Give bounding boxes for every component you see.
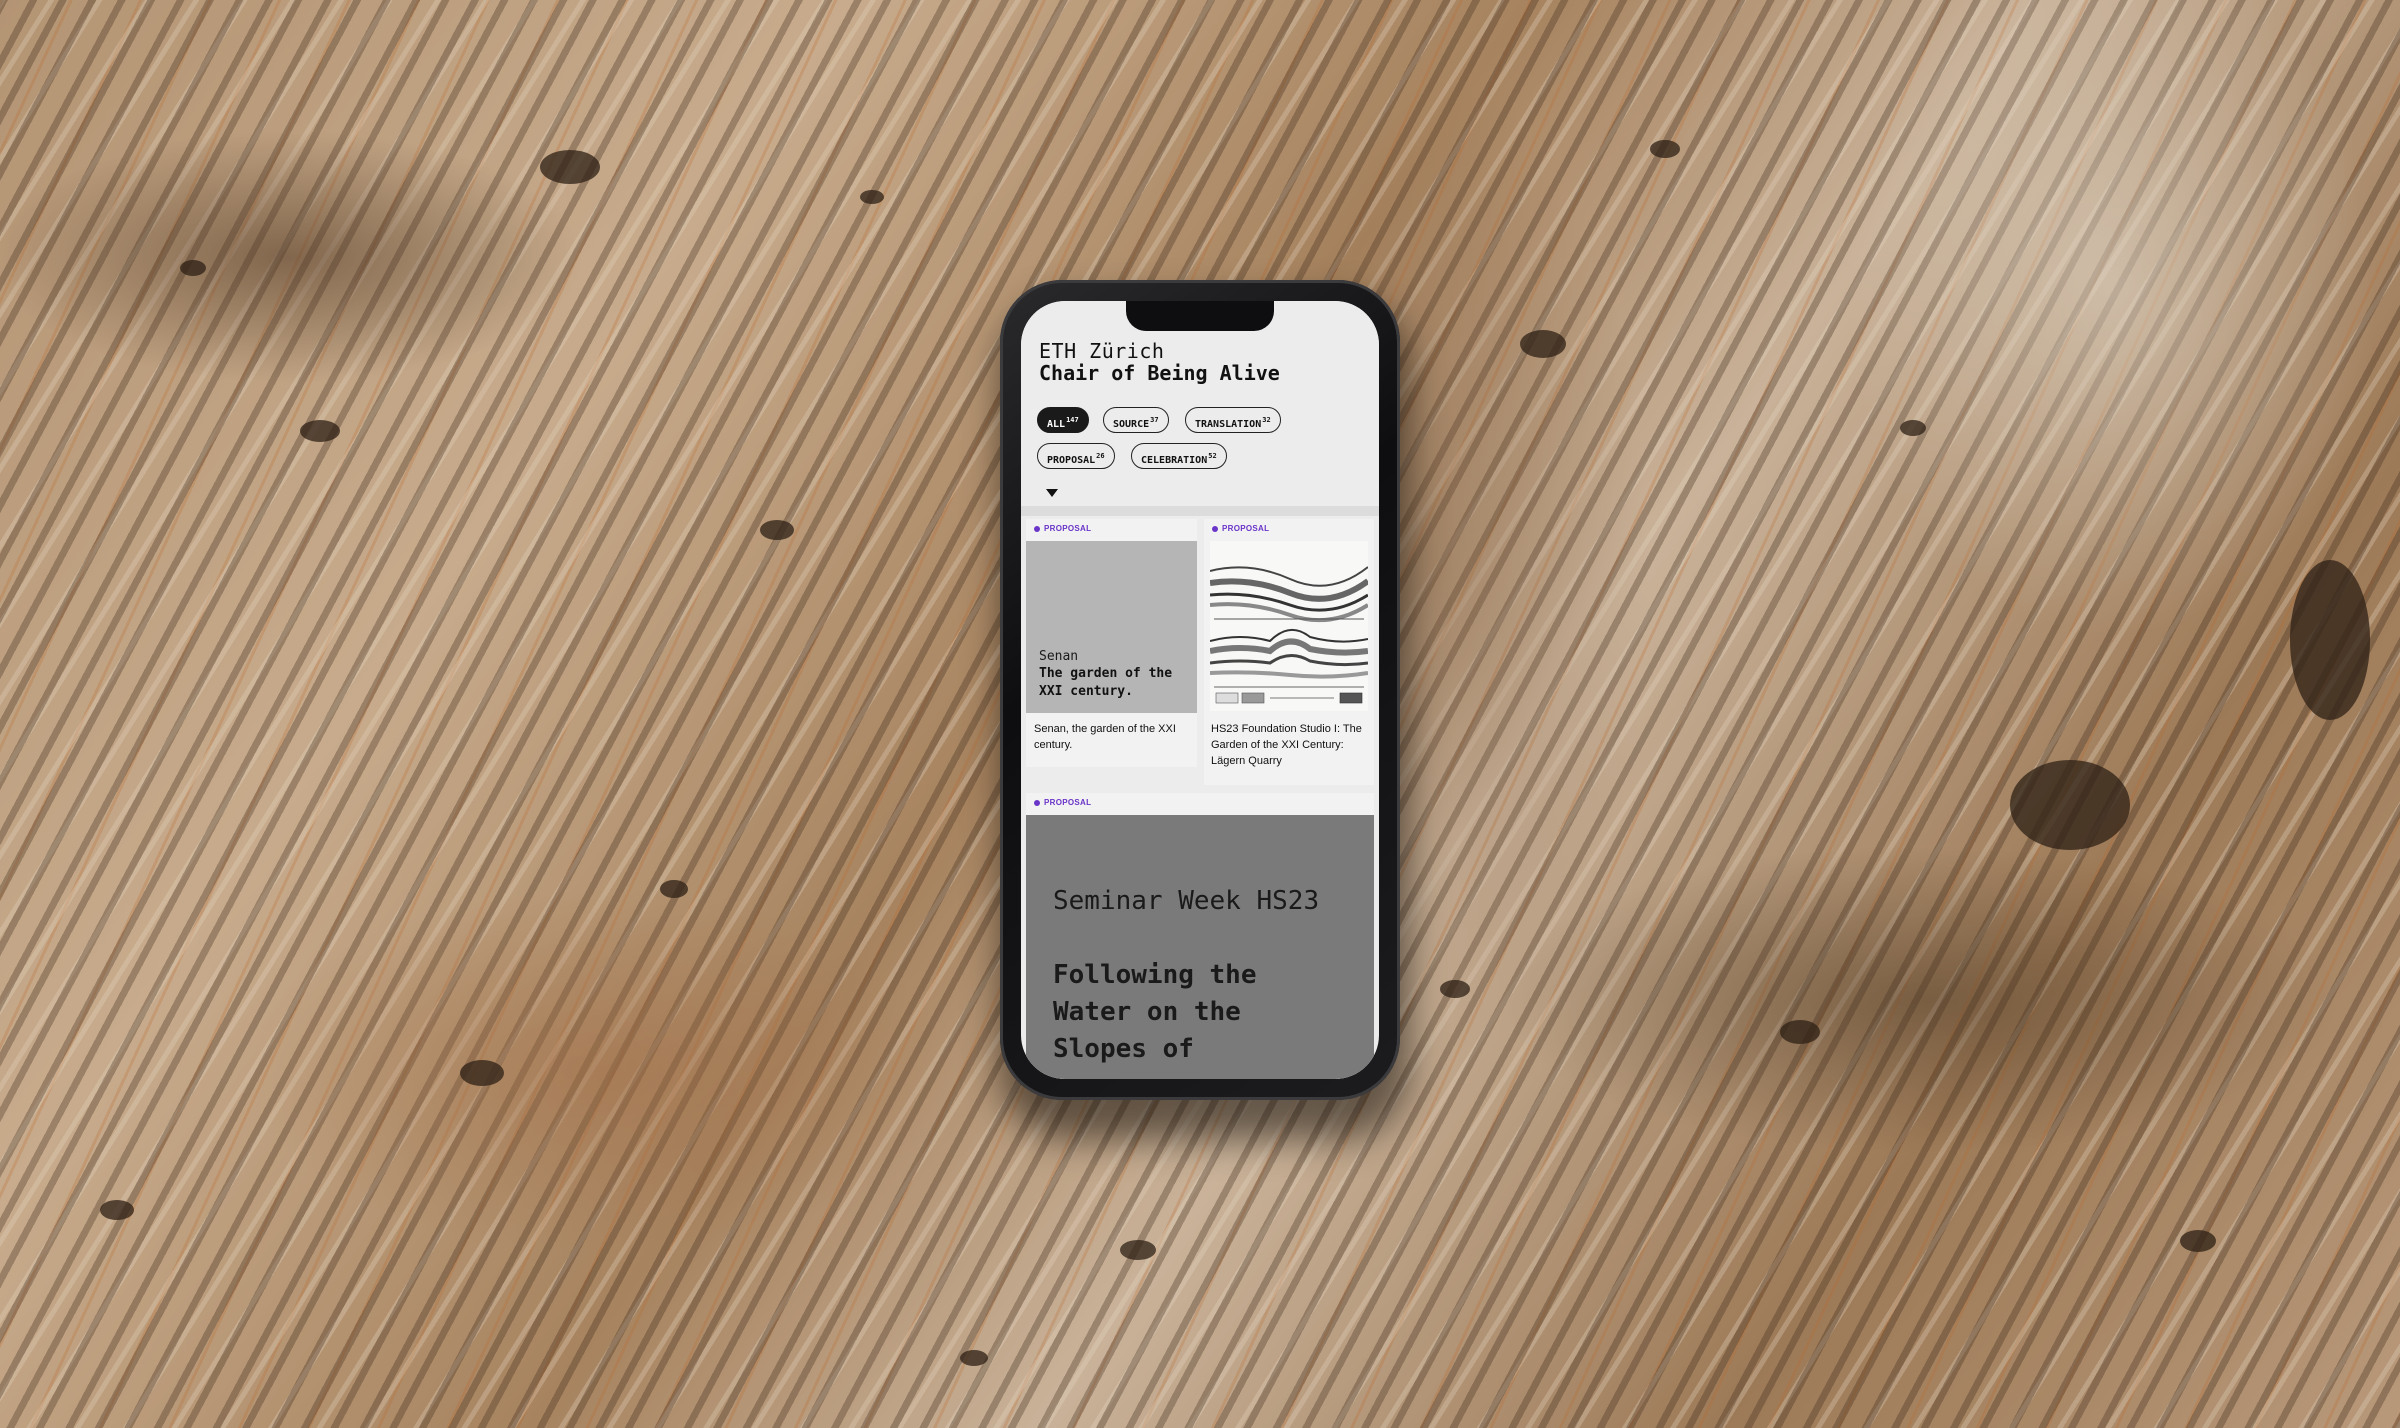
project-card-senan[interactable]: PROPOSAL Senan The garden of the XXI cen… bbox=[1026, 519, 1197, 767]
card-caption[interactable]: HS23 Foundation Studio I: The Garden of … bbox=[1211, 721, 1371, 769]
project-card-laegern-quarry[interactable]: PROPOSAL HS23 Foundation Studio I: The G… bbox=[1204, 519, 1374, 785]
filter-chip-all[interactable]: ALL147 bbox=[1037, 407, 1089, 433]
diagram-drawing bbox=[1210, 541, 1368, 711]
header-divider bbox=[1021, 506, 1379, 516]
thumbnail-title: The garden of the XXI century. bbox=[1039, 666, 1173, 699]
dot-icon bbox=[1034, 799, 1040, 806]
filter-chip-translation[interactable]: TRANSLATION32 bbox=[1185, 407, 1281, 433]
category-tag: PROPOSAL bbox=[1034, 798, 1091, 807]
filter-chip-proposal[interactable]: PROPOSAL26 bbox=[1037, 443, 1115, 469]
thumbnail-subtitle: Senan bbox=[1039, 649, 1079, 664]
filter-chip-source[interactable]: SOURCE37 bbox=[1103, 407, 1169, 433]
dot-icon bbox=[1212, 525, 1218, 532]
category-tag: PROPOSAL bbox=[1034, 524, 1091, 533]
card-thumbnail[interactable]: Seminar Week HS23 Following the Water on… bbox=[1026, 815, 1374, 1079]
institution-name[interactable]: ETH Zürich bbox=[1039, 339, 1164, 363]
card-caption[interactable]: Senan, the garden of the XXI century. bbox=[1034, 721, 1194, 753]
site-header: ETH Zürich Chair of Being Alive ALL147 S… bbox=[1021, 301, 1379, 506]
phone-notch bbox=[1126, 301, 1274, 331]
chair-name[interactable]: Chair of Being Alive bbox=[1039, 361, 1280, 385]
category-tag: PROPOSAL bbox=[1212, 524, 1269, 533]
phone-screen: ETH Zürich Chair of Being Alive ALL147 S… bbox=[1021, 301, 1379, 1079]
geological-diagram-image[interactable] bbox=[1210, 541, 1368, 711]
caret-down-icon[interactable] bbox=[1046, 489, 1058, 497]
thumbnail-subtitle: Seminar Week HS23 bbox=[1053, 886, 1320, 916]
card-thumbnail[interactable]: Senan The garden of the XXI century. bbox=[1026, 541, 1197, 713]
thumbnail-title: Following the Water on the Slopes of bbox=[1053, 960, 1257, 1064]
project-card-seminar-week[interactable]: PROPOSAL Seminar Week HS23 Following the… bbox=[1026, 793, 1374, 1079]
dot-icon bbox=[1034, 525, 1040, 532]
filter-chip-celebration[interactable]: CELEBRATION52 bbox=[1131, 443, 1227, 469]
phone-device: ETH Zürich Chair of Being Alive ALL147 S… bbox=[1000, 280, 1400, 1100]
